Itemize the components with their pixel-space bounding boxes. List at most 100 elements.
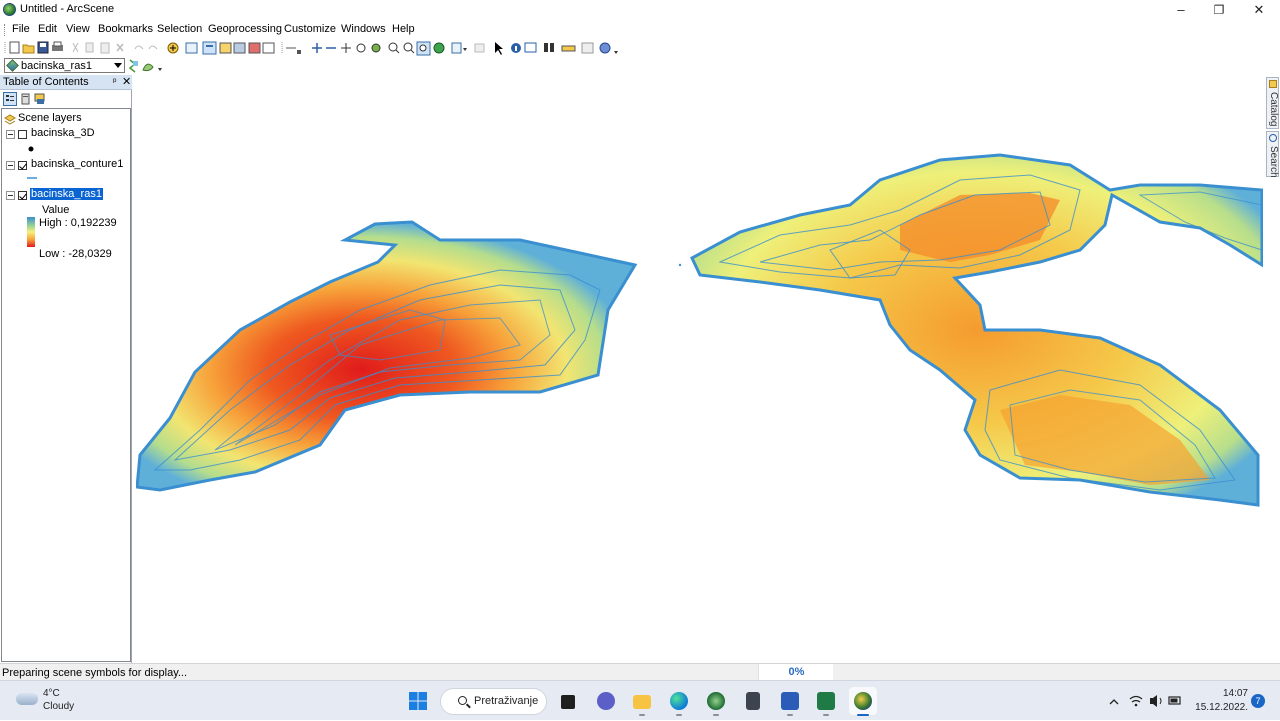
route-tool-icon[interactable]: [286, 47, 301, 54]
scene-layers-label: Scene layers: [18, 112, 82, 124]
teams-chat-button[interactable]: [592, 687, 620, 715]
identify-icon[interactable]: [511, 43, 521, 53]
qgis-icon: [707, 692, 725, 710]
animation-icon[interactable]: [581, 42, 594, 54]
open-folder-icon[interactable]: [22, 44, 35, 54]
menu-geoprocessing[interactable]: Geoprocessing: [208, 23, 282, 35]
html-popup-icon[interactable]: [524, 42, 537, 53]
toc-close-icon[interactable]: ✕: [122, 75, 131, 88]
arcscene-icon: [854, 692, 872, 710]
pin-icon[interactable]: ᵖ: [113, 76, 116, 86]
arctoolbox-icon[interactable]: [599, 42, 618, 54]
collapse-bacinska-3d[interactable]: [6, 130, 15, 139]
menu-view[interactable]: View: [66, 23, 90, 35]
search-tab[interactable]: Search: [1266, 131, 1279, 178]
notification-badge[interactable]: 7: [1251, 694, 1265, 708]
find-icon[interactable]: [544, 43, 554, 52]
measure-icon[interactable]: [561, 45, 576, 52]
taskbar-search[interactable]: Pretraživanje: [440, 688, 547, 715]
list-by-source-icon[interactable]: [19, 92, 33, 106]
target-icon[interactable]: [233, 42, 246, 54]
toolbar-options-icon[interactable]: [158, 68, 162, 71]
cut-icon[interactable]: [72, 42, 79, 53]
menu-customize[interactable]: Customize: [284, 23, 336, 35]
menu-selection[interactable]: Selection: [157, 23, 202, 35]
maximize-button[interactable]: ❐: [1199, 0, 1239, 20]
center-target-icon[interactable]: [341, 43, 351, 53]
pan-north-icon[interactable]: [312, 43, 322, 53]
catalog-tab[interactable]: Catalog: [1266, 77, 1279, 129]
zoom-in-icon[interactable]: [388, 42, 400, 54]
minimize-button[interactable]: –: [1161, 0, 1201, 20]
redo-icon[interactable]: [148, 45, 158, 50]
legend-field-label: Value: [42, 204, 70, 216]
menu-windows[interactable]: Windows: [341, 23, 386, 35]
select-features-icon[interactable]: [451, 42, 467, 54]
chevron-up-icon[interactable]: [1109, 699, 1119, 705]
collapse-bacinska-ras1[interactable]: [6, 191, 15, 200]
weather-widget[interactable]: 4°C Cloudy: [16, 687, 106, 717]
zoom-target-icon[interactable]: [248, 42, 261, 54]
full-extent-icon[interactable]: [433, 42, 445, 54]
save-icon[interactable]: [37, 41, 49, 54]
layer-name-bacinska-ras1[interactable]: bacinska_ras1: [30, 188, 103, 200]
layer-visibility-checkbox[interactable]: [18, 161, 27, 170]
layer-transparency-icon[interactable]: [128, 59, 138, 73]
fly-icon[interactable]: [219, 42, 232, 54]
selected-layer-label: bacinska_ras1: [30, 188, 103, 200]
list-by-visibility-icon[interactable]: [33, 92, 47, 106]
scene-properties-icon[interactable]: [185, 42, 198, 54]
legend-high-label: High : 0,192239: [39, 217, 117, 229]
new-document-icon[interactable]: [9, 41, 20, 54]
menu-grip[interactable]: [4, 24, 6, 36]
point-symbol-icon[interactable]: [27, 145, 35, 153]
toc-header: Table of Contents ᵖ ✕: [0, 75, 132, 90]
layer-visibility-checkbox[interactable]: [18, 191, 27, 200]
select-elements-icon[interactable]: [495, 42, 503, 55]
list-by-drawing-order-icon[interactable]: [3, 92, 17, 106]
qgis-button[interactable]: [702, 687, 730, 716]
raster-surface-left: [136, 220, 638, 492]
layer-dropdown[interactable]: bacinska_ras1: [4, 58, 125, 73]
paste-icon[interactable]: [100, 42, 110, 54]
taskbar-clock[interactable]: 14:07 15.12.2022.: [1190, 687, 1248, 715]
set-observer-icon[interactable]: [371, 43, 381, 53]
pan-hand-icon[interactable]: [416, 41, 431, 56]
word-button[interactable]: [776, 687, 804, 716]
catalog-tab-label: Catalog: [1268, 92, 1279, 127]
collapse-bacinska-conture1[interactable]: [6, 161, 15, 170]
navigate-icon[interactable]: [202, 41, 217, 55]
menu-bookmarks[interactable]: Bookmarks: [98, 23, 153, 35]
file-explorer-button[interactable]: [628, 687, 656, 716]
scene-viewport[interactable]: [136, 75, 1263, 663]
observer-icon[interactable]: [262, 42, 275, 54]
clear-selection-icon[interactable]: [474, 43, 485, 53]
add-data-icon[interactable]: [167, 42, 179, 54]
color-ramp-swatch[interactable]: [27, 217, 35, 247]
close-button[interactable]: ✕: [1239, 0, 1279, 20]
print-icon[interactable]: [52, 41, 63, 51]
start-button[interactable]: [404, 687, 432, 715]
zoom-to-target-icon[interactable]: [356, 43, 366, 53]
battery-icon[interactable]: [1168, 696, 1181, 705]
layer-name-bacinska-3d[interactable]: bacinska_3D: [31, 127, 95, 139]
volume-icon[interactable]: [1150, 695, 1162, 707]
task-view-button[interactable]: [554, 687, 582, 715]
calculator-button[interactable]: [739, 687, 767, 715]
catalog-icon: [1269, 80, 1277, 88]
menu-help[interactable]: Help: [392, 23, 415, 35]
layer-visibility-checkbox[interactable]: [18, 130, 27, 139]
undo-icon[interactable]: [134, 45, 144, 50]
excel-button[interactable]: [812, 687, 840, 716]
wifi-icon[interactable]: [1129, 695, 1143, 707]
line-symbol-icon[interactable]: [26, 175, 38, 181]
delete-icon[interactable]: [116, 43, 124, 52]
menu-file[interactable]: File: [12, 23, 30, 35]
edge-browser-button[interactable]: [665, 687, 693, 716]
layer-name-bacinska-conture1[interactable]: bacinska_conture1: [31, 158, 123, 170]
arcscene-taskbar-button[interactable]: [849, 687, 877, 716]
lighting-icon[interactable]: [142, 63, 154, 72]
zoom-out-icon[interactable]: [403, 42, 415, 54]
menu-edit[interactable]: Edit: [38, 23, 57, 35]
copy-icon[interactable]: [85, 42, 94, 53]
